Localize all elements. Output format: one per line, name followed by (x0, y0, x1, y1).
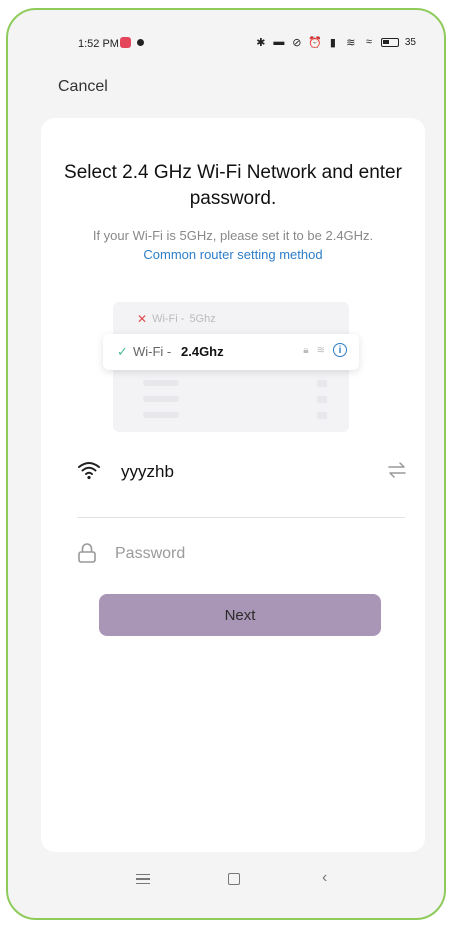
router-setting-link[interactable]: Common router setting method (143, 247, 322, 262)
next-button[interactable]: Next (99, 594, 381, 636)
lock-small-icon: 🔒︎ (303, 344, 309, 356)
illustration-row-24ghz: ✓ Wi-Fi - 2.4Ghz 🔒︎ ≋ i (103, 334, 359, 370)
wifi-band-illustration: ✕ Wi-Fi - 5Ghz ✓ Wi-Fi - 2.4Ghz 🔒︎ ≋ i (103, 302, 359, 432)
row-24ghz-prefix: Wi-Fi - (133, 344, 172, 359)
placeholder-dot (317, 396, 327, 403)
check-icon: ✓ (117, 344, 128, 359)
setup-card: Select 2.4 GHz Wi-Fi Network and enter p… (41, 118, 425, 852)
hint-body: If your Wi-Fi is 5GHz, please set it to … (92, 228, 374, 243)
row-5ghz-prefix: Wi-Fi - (152, 313, 185, 325)
lock-icon (78, 543, 96, 563)
bluetooth-icon: ✱ (256, 36, 266, 49)
navigation-bar: ‹ (8, 868, 444, 898)
recent-apps-icon[interactable] (136, 874, 150, 886)
device-frame: 1:52 PM ✱ ▬ ⊘ ⏰ ▮ ≋ ≈ 35 Cancel Select 2… (6, 8, 446, 920)
placeholder-line (143, 380, 179, 386)
wifi-network-row[interactable]: yyyzhb (77, 454, 407, 494)
signal-icon: ▮ (329, 36, 336, 49)
notification-dot-icon (137, 39, 144, 46)
notification-app-icon (120, 37, 131, 48)
home-icon[interactable] (228, 873, 240, 885)
vibrate-icon: ▬ (273, 36, 285, 48)
info-icon: i (333, 343, 347, 357)
placeholder-dot (317, 380, 327, 387)
page-title: Select 2.4 GHz Wi-Fi Network and enter p… (64, 162, 402, 209)
wifi-name: yyyzhb (121, 462, 174, 481)
cancel-button[interactable]: Cancel (58, 78, 108, 96)
wifi-status-icon: ≋ (346, 36, 356, 49)
placeholder-dot (317, 412, 327, 419)
wifi-small-icon: ≋ (316, 344, 325, 356)
placeholder-line (143, 396, 179, 402)
alarm-icon: ⏰ (308, 36, 322, 49)
battery-level: 35 (404, 36, 416, 48)
placeholder-line (143, 412, 179, 418)
hotspot-icon: ≈ (365, 36, 372, 48)
row-5ghz-band: 5Ghz (189, 313, 216, 325)
back-icon[interactable]: ‹ (322, 869, 327, 887)
switch-network-icon[interactable] (387, 462, 407, 478)
password-field[interactable] (113, 539, 407, 569)
cross-icon: ✕ (137, 312, 148, 326)
hint-text: If your Wi-Fi is 5GHz, please set it to … (71, 226, 395, 264)
status-time: 1:52 PM (78, 38, 119, 50)
password-row (77, 536, 407, 572)
dnd-icon: ⊘ (292, 36, 302, 49)
status-bar: 1:52 PM ✱ ▬ ⊘ ⏰ ▮ ≋ ≈ 35 (8, 10, 444, 70)
battery-icon (380, 37, 399, 47)
row-24ghz-band: 2.4Ghz (181, 344, 224, 359)
illustration-row-5ghz: ✕ Wi-Fi - 5Ghz (137, 312, 216, 326)
wifi-icon (78, 462, 100, 480)
divider (77, 517, 405, 518)
